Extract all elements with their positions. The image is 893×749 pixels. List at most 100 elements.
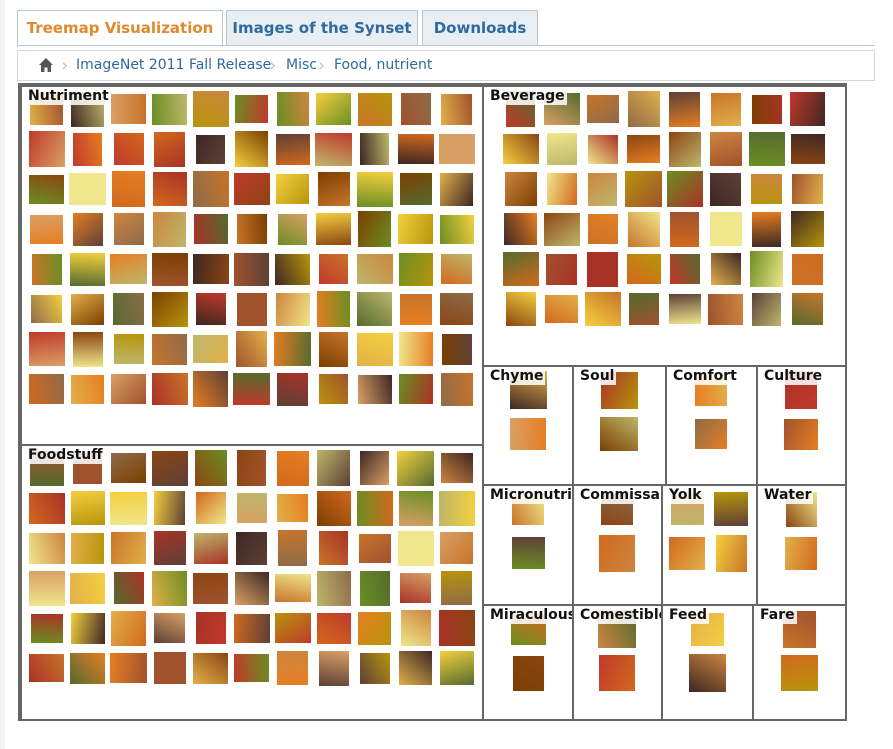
thumbnail-image <box>30 215 63 244</box>
thumbnail-image <box>711 93 741 126</box>
tab-images-of-the-synset[interactable]: Images of the Synset <box>226 10 418 45</box>
thumbnail-image <box>397 451 434 486</box>
treemap-cell-comestible[interactable]: Comestible <box>572 604 663 721</box>
thumbnail-image <box>440 651 474 685</box>
treemap-cell-commissary[interactable]: Commissar <box>572 484 663 606</box>
thumbnail-image <box>193 573 228 604</box>
thumbnail-image <box>546 254 577 285</box>
treemap-cell-chyme[interactable]: Chyme <box>482 365 574 486</box>
treemap-cell-label: Miraculous <box>488 607 572 624</box>
treemap-cell-foodstuff[interactable]: Foodstuff <box>20 444 484 721</box>
thumbnail-image <box>114 334 144 364</box>
thumbnail-image <box>317 491 351 526</box>
thumbnail-image <box>587 95 619 123</box>
breadcrumb-separator: › <box>61 55 69 76</box>
treemap-cell-feed[interactable]: Feed <box>661 604 754 721</box>
treemap-cell-yolk[interactable]: Yolk <box>661 484 758 606</box>
thumbnail-image <box>234 614 270 643</box>
thumbnail-image <box>547 133 577 165</box>
thumbnail-image <box>234 654 269 682</box>
tab-divider <box>17 45 875 46</box>
thumbnail-image <box>357 292 392 326</box>
treemap-cell-beverage[interactable]: Beverage <box>482 85 847 367</box>
thumbnail-image <box>114 572 144 604</box>
thumbnail-image <box>752 95 782 124</box>
thumbnail-image <box>316 213 351 245</box>
thumbnail-image <box>193 91 229 127</box>
treemap-cell-soul[interactable]: Soul <box>572 365 667 486</box>
thumbnail-image <box>440 293 473 325</box>
thumbnail-image <box>317 450 350 486</box>
thumbnail-image <box>440 532 473 564</box>
thumbnail-image <box>31 295 62 323</box>
thumbnail-image <box>193 171 229 207</box>
thumbnail-image <box>318 172 350 206</box>
thumbnail-image <box>399 491 433 526</box>
thumbnail-image <box>32 254 62 285</box>
thumbnail-image <box>751 174 782 204</box>
thumbnail-image <box>316 93 351 125</box>
thumbnail-image <box>439 134 475 164</box>
home-icon[interactable] <box>38 57 54 73</box>
thumbnail-image <box>70 253 105 286</box>
thumbnail-image <box>235 572 269 605</box>
treemap-cell-label: Comestible <box>578 607 661 624</box>
tab-treemap-visualization[interactable]: Treemap Visualization <box>17 10 223 47</box>
thumbnail-image <box>545 295 578 323</box>
tab-downloads[interactable]: Downloads <box>422 10 538 45</box>
thumbnail-image <box>233 373 270 405</box>
thumbnail-image <box>196 492 226 524</box>
treemap-cell-micronutrient[interactable]: Micronutrie <box>482 484 574 606</box>
treemap-cell-label: Comfort <box>671 368 739 385</box>
treemap-cell-comfort[interactable]: Comfort <box>665 365 758 486</box>
thumbnail-image <box>152 334 187 365</box>
thumbnail-image <box>792 174 823 204</box>
thumbnail-image <box>359 534 391 563</box>
thumbnail-image <box>792 293 823 325</box>
thumbnail-image <box>441 94 472 125</box>
treemap-cell-label: Beverage <box>488 88 567 105</box>
thumbnail-image <box>441 453 473 483</box>
thumbnail-image <box>544 213 580 246</box>
thumbnail-image <box>194 214 228 244</box>
treemap: Nutriment Foodstuff Beverage Chyme Soul … <box>18 83 847 721</box>
thumbnail-image <box>792 254 823 285</box>
thumbnail-image <box>31 614 63 643</box>
thumbnail-image <box>71 533 104 564</box>
thumbnail-image <box>399 253 433 286</box>
thumbnail-image <box>152 451 188 486</box>
thumbnail-image <box>401 610 431 646</box>
breadcrumb: › ImageNet 2011 Fall Release › Misc › Fo… <box>17 50 875 81</box>
thumbnail-image <box>196 293 226 325</box>
thumbnail-image <box>277 92 309 126</box>
thumbnail-image <box>785 537 817 570</box>
thumbnail-image <box>357 333 393 366</box>
thumbnail-image <box>114 133 144 165</box>
thumbnail-image <box>711 253 741 285</box>
thumbnail-image <box>708 294 743 325</box>
thumbnail-image <box>29 374 64 404</box>
thumbnail-image <box>152 94 187 125</box>
thumbnail-image <box>114 213 144 245</box>
thumbnail-image <box>752 293 781 326</box>
treemap-cell-water[interactable]: Water <box>756 484 847 606</box>
thumbnail-image <box>154 531 186 565</box>
breadcrumb-food-nutrient[interactable]: Food, nutrient <box>334 51 432 80</box>
thumbnail-image <box>71 613 105 644</box>
thumbnail-image <box>317 291 350 327</box>
thumbnail-image <box>628 212 660 247</box>
treemap-cell-culture[interactable]: Culture <box>756 365 847 486</box>
thumbnail-image <box>70 573 105 604</box>
breadcrumb-imagenet-release[interactable]: ImageNet 2011 Fall Release <box>76 51 271 80</box>
thumbnail-image <box>237 293 267 326</box>
thumbnail-image <box>111 374 146 404</box>
treemap-cell-miraculous[interactable]: Miraculous <box>482 604 574 721</box>
thumbnail-image <box>625 171 662 207</box>
treemap-cell-nutriment[interactable]: Nutriment <box>20 85 484 446</box>
breadcrumb-misc[interactable]: Misc <box>286 51 317 80</box>
treemap-cell-fare[interactable]: Fare <box>752 604 847 721</box>
thumbnail-image <box>236 532 267 565</box>
thumbnail-image <box>111 532 146 564</box>
thumbnail-image <box>152 292 188 327</box>
thumbnail-image <box>153 172 187 206</box>
